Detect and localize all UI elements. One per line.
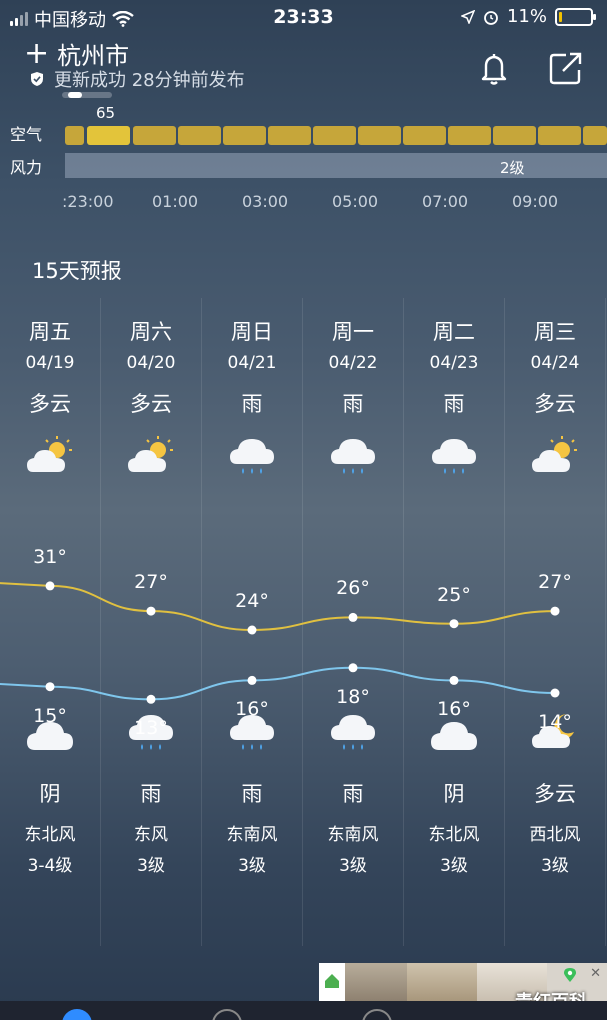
low-temp-point	[449, 675, 459, 685]
bottom-tab-bar[interactable]	[0, 1001, 607, 1020]
aqi-bar	[178, 126, 221, 145]
aqi-bar	[268, 126, 311, 145]
low-temp-line	[0, 666, 556, 701]
hour-label: 01:00	[152, 192, 199, 211]
aqi-value: 65	[96, 104, 116, 122]
aqi-bar	[403, 126, 446, 145]
aqi-row-label: 空气	[10, 125, 43, 144]
page-indicator	[62, 92, 112, 98]
high-temp-point	[146, 606, 156, 616]
status-bar: 中国移动 23:33 11%	[0, 0, 607, 34]
hour-label: :23:00	[62, 192, 114, 211]
map-pin-icon	[564, 968, 576, 982]
aqi-bar	[448, 126, 491, 145]
share-icon[interactable]	[546, 48, 586, 88]
low-temp-point	[45, 682, 55, 692]
add-city-icon[interactable]: +	[24, 38, 49, 69]
wind-row-label: 风力	[10, 158, 43, 177]
aqi-bar-current	[87, 126, 130, 145]
battery-percent: 11%	[506, 6, 547, 27]
tab-icon[interactable]	[212, 1009, 242, 1020]
location-arrow-icon	[460, 9, 475, 24]
aqi-bar	[583, 126, 607, 145]
high-temp-point	[348, 612, 358, 622]
bell-icon[interactable]	[474, 48, 514, 88]
ad-image	[407, 963, 477, 1001]
alarm-icon	[484, 10, 498, 25]
high-temp-point	[550, 606, 560, 616]
update-row: 更新成功 28分钟前发布	[30, 66, 245, 92]
aqi-bar	[313, 126, 356, 145]
aqi-bar	[223, 126, 266, 145]
wind-bar	[65, 153, 607, 178]
update-status: 更新成功 28分钟前发布	[54, 70, 245, 91]
aqi-bar	[538, 126, 581, 145]
hour-label: 05:00	[332, 192, 379, 211]
aqi-bar	[65, 126, 84, 145]
aqi-bar	[358, 126, 401, 145]
tab-weather-icon[interactable]	[62, 1009, 92, 1020]
aqi-bar	[133, 126, 176, 145]
ad-image	[345, 963, 407, 1001]
high-temp-point	[45, 581, 55, 591]
ad-close-icon[interactable]: ✕	[590, 966, 601, 981]
header: + 杭州市 更新成功 28分钟前发布	[0, 34, 607, 104]
ad-logo	[319, 963, 345, 1001]
tab-icon[interactable]	[362, 1009, 392, 1020]
hourly-strip[interactable]: 空气 风力 65 2级 :23:00 01:00 03:00 05:00 07:…	[0, 104, 607, 224]
temperature-chart	[0, 581, 560, 704]
wind-value: 2级	[500, 159, 525, 177]
hour-label: 03:00	[242, 192, 289, 211]
hour-label: 09:00	[512, 192, 559, 211]
aqi-bar	[493, 126, 536, 145]
high-temp-point	[247, 625, 257, 635]
status-right: 11%	[460, 6, 596, 27]
high-temp-point	[449, 619, 459, 629]
hour-label: 07:00	[422, 192, 469, 211]
battery-icon	[555, 7, 596, 26]
low-temp-point	[247, 675, 257, 685]
high-temp-line	[0, 582, 556, 632]
forecast-title: 15天预报	[32, 259, 122, 283]
low-temp-point	[146, 694, 156, 704]
low-temp-point	[550, 688, 560, 698]
low-temp-point	[348, 663, 358, 673]
shield-check-icon	[31, 72, 43, 86]
